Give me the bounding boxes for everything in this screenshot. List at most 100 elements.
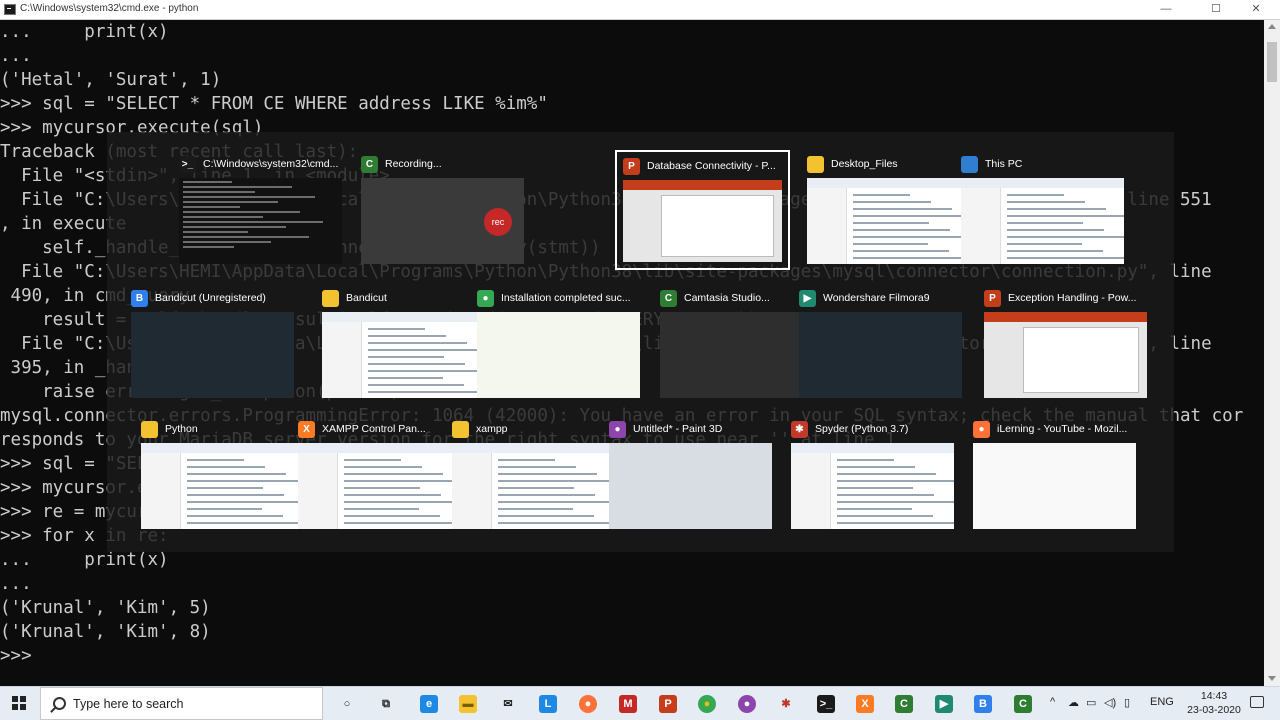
- onedrive-icon[interactable]: ☁: [1068, 696, 1079, 709]
- tile-header: Desktop_Files: [807, 156, 972, 174]
- powerpoint-icon-button[interactable]: P: [655, 691, 681, 717]
- switcher-window-tile[interactable]: B Bandicut (Unregistered): [125, 284, 300, 404]
- console-line: ...: [0, 46, 32, 66]
- network-icon[interactable]: ▭: [1086, 696, 1096, 709]
- tile-label: Spyder (Python 3.7): [815, 423, 909, 435]
- window-title: C:\Windows\system32\cmd.exe - python: [20, 3, 199, 14]
- xampp-icon-button[interactable]: X: [852, 691, 878, 717]
- scroll-up-arrow-icon[interactable]: [1268, 24, 1276, 29]
- vertical-scrollbar[interactable]: [1264, 20, 1280, 686]
- cmd-icon: >_: [179, 156, 196, 173]
- battery-icon[interactable]: ▯: [1124, 696, 1130, 709]
- camtasia-icon-button[interactable]: C: [891, 691, 917, 717]
- mail-icon-button[interactable]: ✉: [495, 691, 521, 717]
- switcher-window-tile[interactable]: >_ C:\Windows\system32\cmd...: [173, 150, 348, 270]
- window-titlebar[interactable]: C:\Windows\system32\cmd.exe - python — ☐…: [0, 0, 1280, 20]
- search-icon: [53, 697, 66, 710]
- tile-header: This PC: [961, 156, 1126, 174]
- tile-header: C Recording...: [361, 156, 526, 174]
- camtasia-recorder-icon-button[interactable]: C: [1010, 691, 1036, 717]
- switcher-window-tile[interactable]: xampp: [446, 415, 621, 535]
- switcher-window-tile[interactable]: Desktop_Files: [801, 150, 976, 270]
- switcher-window-tile[interactable]: Bandicut: [316, 284, 491, 404]
- switcher-window-tile[interactable]: ● Untitled* - Paint 3D: [603, 415, 778, 535]
- switcher-window-tile[interactable]: ● iLerning - YouTube - Mozil...: [967, 415, 1142, 535]
- notification-center-icon[interactable]: [1250, 696, 1264, 708]
- edge-icon-button[interactable]: e: [416, 691, 442, 717]
- xampp-icon: X: [856, 695, 874, 713]
- filmora-icon: ▶: [799, 290, 816, 307]
- switcher-window-tile[interactable]: P Exception Handling - Pow...: [978, 284, 1153, 404]
- tile-header: ▶ Wondershare Filmora9: [799, 290, 964, 308]
- switcher-window-tile[interactable]: P Database Connectivity - P...: [615, 150, 790, 270]
- taskbar-clock[interactable]: 14:43 23-03-2020: [1184, 689, 1244, 717]
- tile-label: XAMPP Control Pan...: [322, 423, 426, 435]
- tile-label: Wondershare Filmora9: [823, 292, 930, 304]
- cmd-icon-button[interactable]: >_: [813, 691, 839, 717]
- tray-chevron-icon[interactable]: ^: [1050, 696, 1055, 708]
- minimize-button[interactable]: —: [1143, 0, 1189, 20]
- tile-header: ✱ Spyder (Python 3.7): [791, 421, 956, 439]
- tile-label: xampp: [476, 423, 508, 435]
- camtasia-recorder-icon: C: [1014, 695, 1032, 713]
- scrollbar-thumb[interactable]: [1267, 42, 1277, 82]
- language-indicator[interactable]: ENG: [1150, 696, 1174, 708]
- switcher-window-tile[interactable]: ● Installation completed suc...: [471, 284, 646, 404]
- switcher-window-tile[interactable]: Python: [135, 415, 310, 535]
- window-thumbnail: [131, 312, 294, 398]
- task-view-icon: ⧉: [382, 698, 390, 710]
- taskbar-search-box[interactable]: Type here to search: [40, 687, 323, 720]
- window-thumbnail: [623, 180, 782, 262]
- start-button[interactable]: [12, 696, 26, 710]
- tile-header: xampp: [452, 421, 617, 439]
- scroll-down-arrow-icon[interactable]: [1268, 676, 1276, 681]
- tile-header: Bandicut: [322, 290, 487, 308]
- clock-date: 23-03-2020: [1187, 704, 1241, 716]
- bandicut-icon: B: [131, 290, 148, 307]
- camtasia-icon: C: [660, 290, 677, 307]
- bandicut-icon-button[interactable]: B: [970, 691, 996, 717]
- spyder-icon-button[interactable]: ✱: [773, 691, 799, 717]
- window-thumbnail: [984, 312, 1147, 398]
- task-view-icon-button[interactable]: ⧉: [373, 691, 399, 717]
- spyder-icon: ✱: [791, 421, 808, 438]
- cmd-window-icon: [4, 4, 16, 15]
- window-thumbnail: [141, 443, 304, 529]
- tile-header: Python: [141, 421, 306, 439]
- tile-label: Python: [165, 423, 198, 435]
- paint3d-icon-button[interactable]: ●: [734, 691, 760, 717]
- tile-header: ● Untitled* - Paint 3D: [609, 421, 774, 439]
- cortana-icon: ○: [343, 698, 351, 710]
- cmd-icon: >_: [817, 695, 835, 713]
- tile-label: This PC: [985, 158, 1023, 170]
- volume-icon[interactable]: ◁): [1104, 696, 1116, 709]
- tile-label: C:\Windows\system32\cmd...: [203, 158, 339, 170]
- tile-label: Recording...: [385, 158, 442, 170]
- task-switcher: >_ C:\Windows\system32\cmd... C Recording..…: [107, 132, 1174, 552]
- tile-label: Installation completed suc...: [501, 292, 631, 304]
- close-button[interactable]: ✕: [1233, 0, 1279, 20]
- switcher-window-tile[interactable]: X XAMPP Control Pan...: [292, 415, 467, 535]
- switcher-window-tile[interactable]: ✱ Spyder (Python 3.7): [785, 415, 960, 535]
- tile-label: Bandicut: [346, 292, 387, 304]
- window-thumbnail: [179, 178, 342, 264]
- file-explorer-icon-button[interactable]: ▬: [455, 691, 481, 717]
- firefox-icon-button[interactable]: ●: [575, 691, 601, 717]
- switcher-window-tile[interactable]: ▶ Wondershare Filmora9: [793, 284, 968, 404]
- chrome-icon-button[interactable]: ●: [694, 691, 720, 717]
- tile-header: P Database Connectivity - P...: [623, 158, 784, 176]
- tile-header: P Exception Handling - Pow...: [984, 290, 1149, 308]
- folder-icon: [452, 421, 469, 438]
- folder-icon: [141, 421, 158, 438]
- switcher-window-tile[interactable]: C Recording... rec: [355, 150, 530, 270]
- filmora-icon-button[interactable]: ▶: [931, 691, 957, 717]
- window-thumbnail: [298, 443, 461, 529]
- xampp-icon: X: [298, 421, 315, 438]
- folder-icon: [807, 156, 824, 173]
- switcher-window-tile[interactable]: This PC: [955, 150, 1130, 270]
- lightshot-icon-button[interactable]: L: [535, 691, 561, 717]
- cortana-icon-button[interactable]: ○: [334, 691, 360, 717]
- mcafee-icon-button[interactable]: M: [615, 691, 641, 717]
- console-line: ('Krunal', 'Kim', 8): [0, 622, 211, 642]
- console-line: >>> sql = "SELECT * FROM CE WHERE addres…: [0, 94, 548, 114]
